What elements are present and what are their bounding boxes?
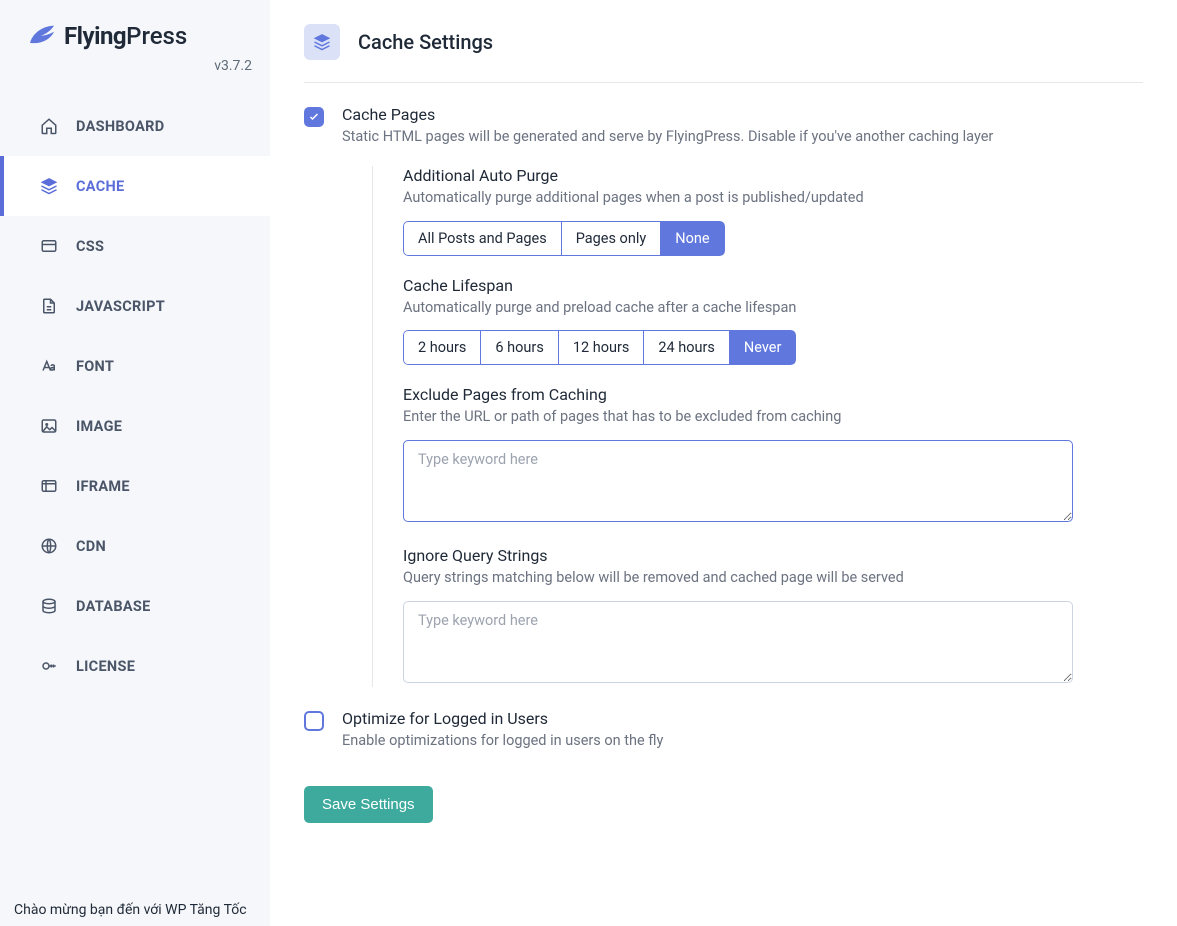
lifespan-segmented: 2 hours6 hours12 hours24 hoursNever [403,330,796,365]
exclude-textarea[interactable] [403,440,1073,522]
sidebar-item-iframe[interactable]: IFRAME [0,456,270,516]
lifespan-option[interactable]: 2 hours [403,330,481,365]
lifespan-option[interactable]: 6 hours [480,330,558,365]
sidebar-item-label: IFRAME [76,478,130,495]
sidebar-item-database[interactable]: DATABASE [0,576,270,636]
ignore-qs-block: Ignore Query Strings Query strings match… [403,546,1143,687]
sidebar-item-label: LICENSE [76,658,135,675]
auto-purge-block: Additional Auto Purge Automatically purg… [403,166,1143,256]
page-header: Cache Settings [304,24,1143,83]
ignore-qs-desc: Query strings matching below will be rem… [403,567,1143,589]
nav: DASHBOARD CACHE CSS JAVASCRIPT FONT IMAGE IFRA… [0,96,270,696]
sidebar-item-license[interactable]: LICENSE [0,636,270,696]
sidebar-item-label: DATABASE [76,598,151,615]
version-text: v3.7.2 [0,54,270,96]
file-icon [40,297,58,315]
brand-bold: Flying [64,22,126,50]
cache-sub-settings: Additional Auto Purge Automatically purg… [372,166,1143,687]
sidebar-item-label: DASHBOARD [76,118,164,135]
sidebar-item-label: IMAGE [76,418,122,435]
ignore-qs-title: Ignore Query Strings [403,546,1143,565]
lifespan-option[interactable]: 24 hours [643,330,730,365]
sidebar-item-css[interactable]: CSS [0,216,270,276]
logged-in-desc: Enable optimizations for logged in users… [342,730,1143,752]
auto-purge-segmented: All Posts and PagesPages onlyNone [403,221,725,256]
lifespan-title: Cache Lifespan [403,276,1143,295]
save-button[interactable]: Save Settings [304,786,433,823]
globe-icon [40,537,58,555]
sidebar-item-javascript[interactable]: JAVASCRIPT [0,276,270,336]
sidebar-item-label: JAVASCRIPT [76,298,165,315]
key-icon [40,657,58,675]
database-icon [40,597,58,615]
page-title: Cache Settings [358,30,493,54]
sidebar-item-cache[interactable]: CACHE [0,156,270,216]
sidebar: FlyingPress v3.7.2 DASHBOARD CACHE CSS JAVA… [0,0,270,926]
sidebar-item-font[interactable]: FONT [0,336,270,396]
cache-pages-checkbox[interactable] [304,107,324,127]
sidebar-item-image[interactable]: IMAGE [0,396,270,456]
exclude-block: Exclude Pages from Caching Enter the URL… [403,385,1143,526]
image-icon [40,417,58,435]
cache-pages-title: Cache Pages [342,105,1143,124]
lifespan-desc: Automatically purge and preload cache af… [403,297,1143,319]
exclude-title: Exclude Pages from Caching [403,385,1143,404]
footer-text: Chào mừng bạn đến với WP Tăng Tốc [0,894,261,926]
auto-purge-title: Additional Auto Purge [403,166,1143,185]
layers-icon [40,177,58,195]
cache-pages-desc: Static HTML pages will be generated and … [342,126,1143,148]
setting-logged-in: Optimize for Logged in Users Enable opti… [304,709,1143,752]
home-icon [40,117,58,135]
ignore-qs-textarea[interactable] [403,601,1073,683]
lifespan-option[interactable]: 12 hours [558,330,645,365]
sidebar-item-label: FONT [76,358,114,375]
card-icon [40,237,58,255]
lifespan-option[interactable]: Never [729,330,796,365]
auto-purge-desc: Automatically purge additional pages whe… [403,187,1143,209]
layers-icon [313,33,331,51]
lifespan-block: Cache Lifespan Automatically purge and p… [403,276,1143,366]
font-icon [40,357,58,375]
sidebar-item-label: CDN [76,538,106,555]
logged-in-checkbox[interactable] [304,711,324,731]
auto-purge-option[interactable]: Pages only [561,221,662,256]
check-icon [308,111,320,123]
auto-purge-option[interactable]: None [660,221,724,256]
sidebar-item-cdn[interactable]: CDN [0,516,270,576]
setting-cache-pages: Cache Pages Static HTML pages will be ge… [304,105,1143,148]
brand-logo: FlyingPress [0,12,270,54]
frame-icon [40,477,58,495]
brand-light: Press [126,22,187,50]
auto-purge-option[interactable]: All Posts and Pages [403,221,562,256]
logged-in-title: Optimize for Logged in Users [342,709,1143,728]
exclude-desc: Enter the URL or path of pages that has … [403,406,1143,428]
sidebar-item-label: CSS [76,238,104,255]
page-header-icon [304,24,340,60]
sidebar-item-label: CACHE [76,178,125,195]
main-content: Cache Settings Cache Pages Static HTML p… [270,0,1177,926]
sidebar-item-dashboard[interactable]: DASHBOARD [0,96,270,156]
brand-wing-icon [28,24,56,48]
